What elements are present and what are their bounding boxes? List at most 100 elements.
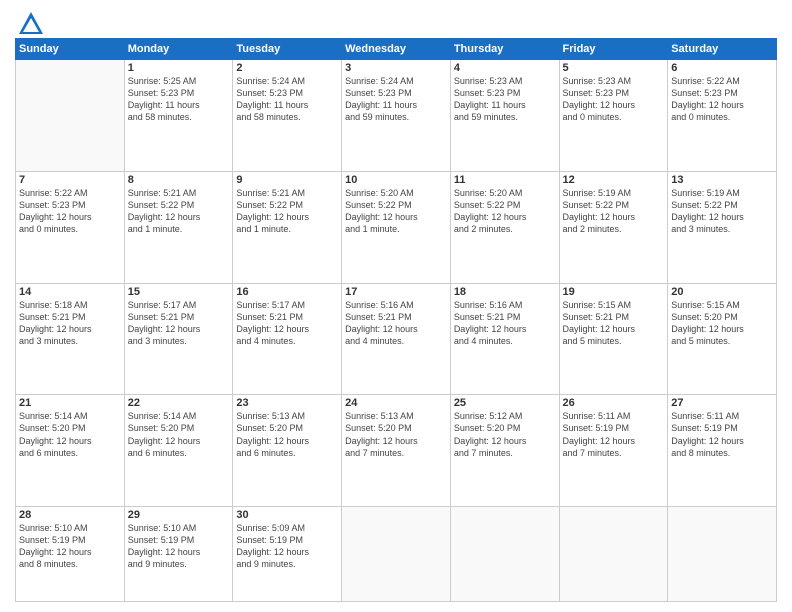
cell-sun-info: Sunrise: 5:23 AMSunset: 5:23 PMDaylight:… — [454, 75, 556, 124]
calendar-cell: 25Sunrise: 5:12 AMSunset: 5:20 PMDayligh… — [450, 395, 559, 507]
day-number: 5 — [563, 62, 665, 74]
calendar-cell — [450, 507, 559, 602]
cell-sun-info: Sunrise: 5:23 AMSunset: 5:23 PMDaylight:… — [563, 75, 665, 124]
cell-sun-info: Sunrise: 5:14 AMSunset: 5:20 PMDaylight:… — [19, 410, 121, 459]
calendar-week-row: 21Sunrise: 5:14 AMSunset: 5:20 PMDayligh… — [16, 395, 777, 507]
calendar-header-row: SundayMondayTuesdayWednesdayThursdayFrid… — [16, 39, 777, 60]
cell-sun-info: Sunrise: 5:11 AMSunset: 5:19 PMDaylight:… — [563, 410, 665, 459]
day-number: 23 — [236, 397, 338, 409]
calendar-cell: 23Sunrise: 5:13 AMSunset: 5:20 PMDayligh… — [233, 395, 342, 507]
calendar-week-row: 14Sunrise: 5:18 AMSunset: 5:21 PMDayligh… — [16, 283, 777, 395]
day-number: 4 — [454, 62, 556, 74]
col-header-saturday: Saturday — [668, 39, 777, 60]
cell-sun-info: Sunrise: 5:20 AMSunset: 5:22 PMDaylight:… — [454, 187, 556, 236]
day-number: 8 — [128, 174, 230, 186]
day-number: 24 — [345, 397, 447, 409]
col-header-wednesday: Wednesday — [342, 39, 451, 60]
day-number: 29 — [128, 509, 230, 521]
calendar-cell: 16Sunrise: 5:17 AMSunset: 5:21 PMDayligh… — [233, 283, 342, 395]
day-number: 10 — [345, 174, 447, 186]
cell-sun-info: Sunrise: 5:09 AMSunset: 5:19 PMDaylight:… — [236, 522, 338, 571]
calendar-cell: 1Sunrise: 5:25 AMSunset: 5:23 PMDaylight… — [124, 60, 233, 172]
cell-sun-info: Sunrise: 5:24 AMSunset: 5:23 PMDaylight:… — [236, 75, 338, 124]
day-number: 22 — [128, 397, 230, 409]
calendar-cell: 10Sunrise: 5:20 AMSunset: 5:22 PMDayligh… — [342, 171, 451, 283]
day-number: 20 — [671, 286, 773, 298]
calendar-week-row: 28Sunrise: 5:10 AMSunset: 5:19 PMDayligh… — [16, 507, 777, 602]
day-number: 18 — [454, 286, 556, 298]
col-header-friday: Friday — [559, 39, 668, 60]
cell-sun-info: Sunrise: 5:13 AMSunset: 5:20 PMDaylight:… — [236, 410, 338, 459]
cell-sun-info: Sunrise: 5:11 AMSunset: 5:19 PMDaylight:… — [671, 410, 773, 459]
calendar-cell: 13Sunrise: 5:19 AMSunset: 5:22 PMDayligh… — [668, 171, 777, 283]
calendar-week-row: 1Sunrise: 5:25 AMSunset: 5:23 PMDaylight… — [16, 60, 777, 172]
calendar-cell: 19Sunrise: 5:15 AMSunset: 5:21 PMDayligh… — [559, 283, 668, 395]
cell-sun-info: Sunrise: 5:16 AMSunset: 5:21 PMDaylight:… — [345, 299, 447, 348]
calendar-week-row: 7Sunrise: 5:22 AMSunset: 5:23 PMDaylight… — [16, 171, 777, 283]
cell-sun-info: Sunrise: 5:19 AMSunset: 5:22 PMDaylight:… — [671, 187, 773, 236]
day-number: 21 — [19, 397, 121, 409]
cell-sun-info: Sunrise: 5:15 AMSunset: 5:21 PMDaylight:… — [563, 299, 665, 348]
cell-sun-info: Sunrise: 5:19 AMSunset: 5:22 PMDaylight:… — [563, 187, 665, 236]
day-number: 2 — [236, 62, 338, 74]
day-number: 30 — [236, 509, 338, 521]
col-header-monday: Monday — [124, 39, 233, 60]
day-number: 14 — [19, 286, 121, 298]
calendar-cell: 18Sunrise: 5:16 AMSunset: 5:21 PMDayligh… — [450, 283, 559, 395]
day-number: 28 — [19, 509, 121, 521]
day-number: 6 — [671, 62, 773, 74]
day-number: 19 — [563, 286, 665, 298]
cell-sun-info: Sunrise: 5:15 AMSunset: 5:20 PMDaylight:… — [671, 299, 773, 348]
day-number: 16 — [236, 286, 338, 298]
cell-sun-info: Sunrise: 5:21 AMSunset: 5:22 PMDaylight:… — [128, 187, 230, 236]
calendar-cell: 24Sunrise: 5:13 AMSunset: 5:20 PMDayligh… — [342, 395, 451, 507]
day-number: 1 — [128, 62, 230, 74]
calendar-cell: 6Sunrise: 5:22 AMSunset: 5:23 PMDaylight… — [668, 60, 777, 172]
cell-sun-info: Sunrise: 5:10 AMSunset: 5:19 PMDaylight:… — [128, 522, 230, 571]
calendar-cell: 5Sunrise: 5:23 AMSunset: 5:23 PMDaylight… — [559, 60, 668, 172]
calendar-cell — [16, 60, 125, 172]
cell-sun-info: Sunrise: 5:10 AMSunset: 5:19 PMDaylight:… — [19, 522, 121, 571]
cell-sun-info: Sunrise: 5:22 AMSunset: 5:23 PMDaylight:… — [671, 75, 773, 124]
logo-icon — [17, 10, 45, 38]
day-number: 9 — [236, 174, 338, 186]
calendar-cell: 26Sunrise: 5:11 AMSunset: 5:19 PMDayligh… — [559, 395, 668, 507]
cell-sun-info: Sunrise: 5:17 AMSunset: 5:21 PMDaylight:… — [128, 299, 230, 348]
calendar-cell: 20Sunrise: 5:15 AMSunset: 5:20 PMDayligh… — [668, 283, 777, 395]
day-number: 7 — [19, 174, 121, 186]
calendar-cell: 29Sunrise: 5:10 AMSunset: 5:19 PMDayligh… — [124, 507, 233, 602]
day-number: 13 — [671, 174, 773, 186]
calendar-table: SundayMondayTuesdayWednesdayThursdayFrid… — [15, 38, 777, 602]
calendar-cell: 12Sunrise: 5:19 AMSunset: 5:22 PMDayligh… — [559, 171, 668, 283]
calendar-cell: 2Sunrise: 5:24 AMSunset: 5:23 PMDaylight… — [233, 60, 342, 172]
calendar-cell: 21Sunrise: 5:14 AMSunset: 5:20 PMDayligh… — [16, 395, 125, 507]
calendar-cell: 28Sunrise: 5:10 AMSunset: 5:19 PMDayligh… — [16, 507, 125, 602]
cell-sun-info: Sunrise: 5:25 AMSunset: 5:23 PMDaylight:… — [128, 75, 230, 124]
cell-sun-info: Sunrise: 5:20 AMSunset: 5:22 PMDaylight:… — [345, 187, 447, 236]
calendar-cell: 17Sunrise: 5:16 AMSunset: 5:21 PMDayligh… — [342, 283, 451, 395]
day-number: 11 — [454, 174, 556, 186]
calendar-cell: 3Sunrise: 5:24 AMSunset: 5:23 PMDaylight… — [342, 60, 451, 172]
calendar-cell: 11Sunrise: 5:20 AMSunset: 5:22 PMDayligh… — [450, 171, 559, 283]
calendar-cell: 22Sunrise: 5:14 AMSunset: 5:20 PMDayligh… — [124, 395, 233, 507]
calendar-cell: 8Sunrise: 5:21 AMSunset: 5:22 PMDaylight… — [124, 171, 233, 283]
cell-sun-info: Sunrise: 5:24 AMSunset: 5:23 PMDaylight:… — [345, 75, 447, 124]
calendar-cell: 7Sunrise: 5:22 AMSunset: 5:23 PMDaylight… — [16, 171, 125, 283]
cell-sun-info: Sunrise: 5:12 AMSunset: 5:20 PMDaylight:… — [454, 410, 556, 459]
cell-sun-info: Sunrise: 5:17 AMSunset: 5:21 PMDaylight:… — [236, 299, 338, 348]
calendar-cell: 4Sunrise: 5:23 AMSunset: 5:23 PMDaylight… — [450, 60, 559, 172]
day-number: 25 — [454, 397, 556, 409]
day-number: 3 — [345, 62, 447, 74]
calendar-cell — [342, 507, 451, 602]
col-header-tuesday: Tuesday — [233, 39, 342, 60]
day-number: 17 — [345, 286, 447, 298]
cell-sun-info: Sunrise: 5:13 AMSunset: 5:20 PMDaylight:… — [345, 410, 447, 459]
header — [15, 10, 777, 32]
logo — [15, 14, 45, 32]
cell-sun-info: Sunrise: 5:22 AMSunset: 5:23 PMDaylight:… — [19, 187, 121, 236]
page: SundayMondayTuesdayWednesdayThursdayFrid… — [0, 0, 792, 612]
day-number: 26 — [563, 397, 665, 409]
day-number: 15 — [128, 286, 230, 298]
cell-sun-info: Sunrise: 5:21 AMSunset: 5:22 PMDaylight:… — [236, 187, 338, 236]
calendar-cell: 9Sunrise: 5:21 AMSunset: 5:22 PMDaylight… — [233, 171, 342, 283]
